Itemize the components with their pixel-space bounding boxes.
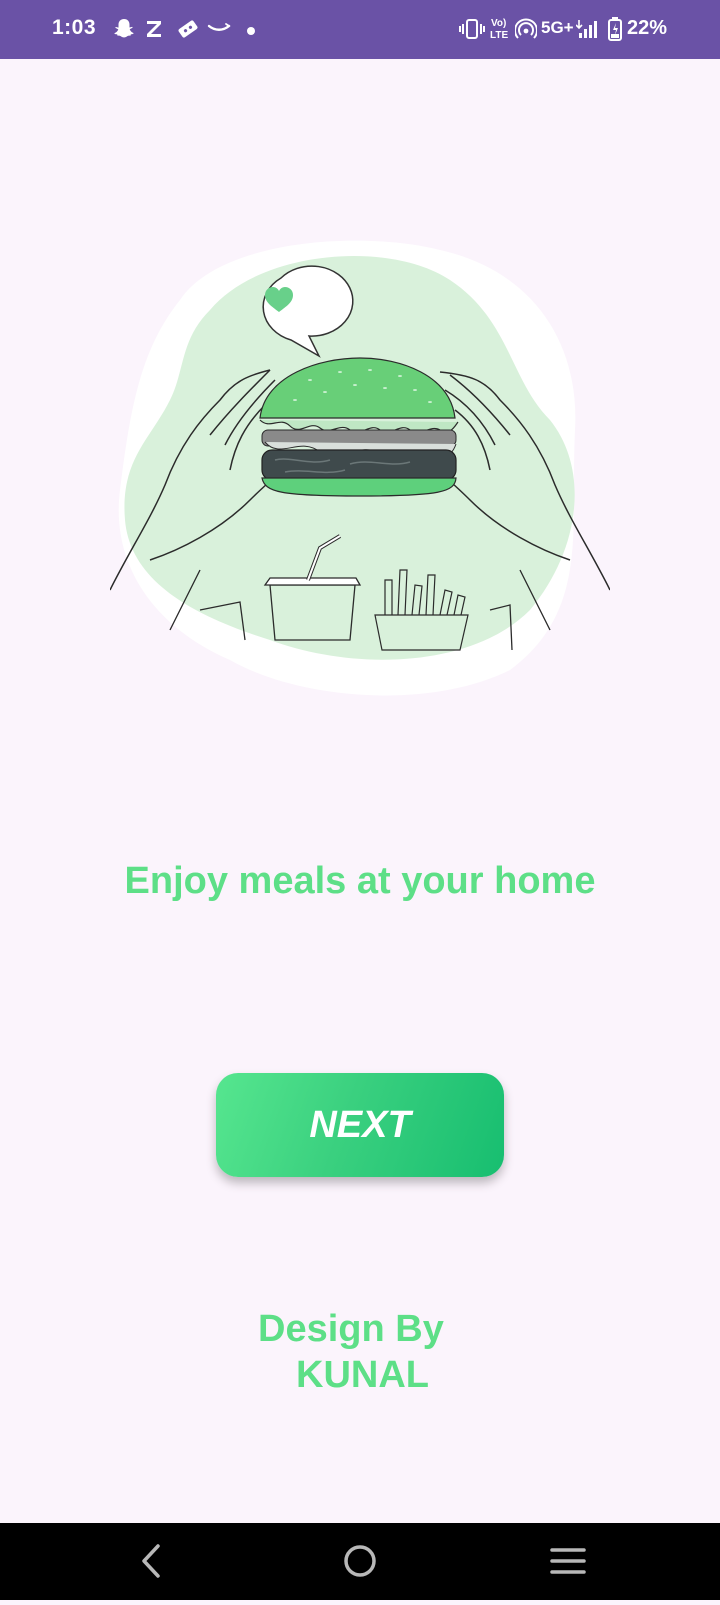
back-icon [142, 1544, 160, 1578]
recents-button[interactable] [508, 1523, 628, 1600]
navigation-bar [0, 1523, 720, 1600]
credit-line1: Design By [258, 1308, 444, 1350]
network-type: 5G+ [541, 18, 574, 37]
vibrate-icon [459, 19, 485, 39]
battery-icon [608, 17, 622, 41]
tagline: Enjoy meals at your home [124, 860, 596, 902]
credit-line2: KUNAL [296, 1354, 429, 1396]
amazon-smile-icon [207, 23, 231, 31]
signal-icon [576, 20, 597, 38]
status-time: 1:03 [52, 16, 97, 39]
svg-text:LTE: LTE [490, 30, 508, 41]
back-button[interactable] [92, 1523, 212, 1600]
status-bar: 1:03 Vo) LTE 5G+ 22% [0, 0, 720, 59]
zomato-z-icon [147, 21, 161, 37]
volte-icon: Vo) LTE [490, 18, 508, 41]
next-button[interactable]: NEXT [216, 1073, 504, 1177]
dot-icon [247, 27, 255, 35]
hotspot-icon [515, 18, 537, 39]
home-button[interactable] [300, 1523, 420, 1600]
burger-with-hands-illustration [110, 240, 610, 696]
ticket-icon [178, 20, 198, 38]
design-credit: Design By KUNAL [258, 1306, 518, 1398]
svg-text:Vo): Vo) [491, 18, 506, 29]
snapchat-icon [114, 19, 134, 38]
home-icon [344, 1545, 376, 1577]
battery-percent: 22% [627, 17, 668, 39]
recents-icon [550, 1548, 586, 1574]
